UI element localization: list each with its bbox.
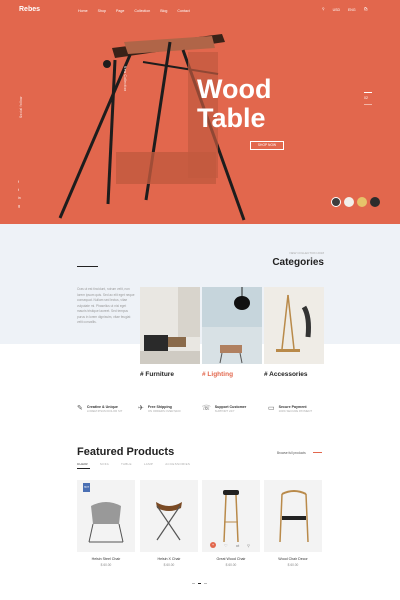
brush-icon: ✎ <box>77 405 83 412</box>
compare-icon[interactable]: ⇄ <box>236 543 239 548</box>
feature-subtitle: SUPPORT 24/7 <box>214 409 235 413</box>
product-price: $ 60.00 <box>163 563 175 567</box>
category-image-lighting[interactable] <box>202 287 262 364</box>
tab-accessories[interactable]: ACCESSORIES <box>165 462 190 466</box>
color-swatch-yellow[interactable] <box>357 197 367 207</box>
color-swatch-light[interactable] <box>344 197 354 207</box>
feature-shipping: ✈ Free Shipping ON ORDERS OVER $100 <box>138 405 181 413</box>
feature-creative: ✎ Creative & Unique LOREM IPSUM DOLOR SIT <box>77 405 122 413</box>
slide-number: 02 <box>364 96 368 100</box>
product-image <box>156 502 182 541</box>
slide-indicator <box>364 104 372 105</box>
hero-section: Rebes Home Shop Page Collection Blog Con… <box>0 0 400 224</box>
feature-support: ☏ Support Customer SUPPORT 24/7 <box>202 405 246 413</box>
category-image-accessories[interactable] <box>264 287 324 364</box>
category-image-furniture[interactable] <box>140 287 200 364</box>
category-label-accessories[interactable]: # Accessories <box>264 371 308 378</box>
product-image <box>223 490 239 543</box>
product-card[interactable] <box>264 480 322 552</box>
hero-title-line2: Table <box>197 103 266 133</box>
product-tabs: CHAIR SOFA TABLE LAMP ACCESSORIES <box>77 462 202 466</box>
tab-sofa[interactable]: SOFA <box>100 462 109 466</box>
product-name[interactable]: Helsin Steel Chair <box>77 557 135 561</box>
product-price: $ 60.00 <box>100 563 112 567</box>
carousel-dot[interactable] <box>204 583 207 584</box>
categories-subtitle: NEW COLLECTION 2018 <box>289 251 324 255</box>
quickview-icon[interactable]: ⚲ <box>247 543 250 548</box>
product-card[interactable]: HOT <box>77 480 135 552</box>
divider <box>77 266 98 267</box>
category-label-furniture[interactable]: # Furniture <box>140 371 174 378</box>
product-card[interactable]: + ♡ ⇄ ⚲ <box>202 480 260 552</box>
cart-icon[interactable]: + <box>210 542 216 548</box>
carousel-dot[interactable] <box>198 583 201 584</box>
hero-title-line1: Wood <box>197 74 272 104</box>
hero-vertical-label: New Collection <box>123 66 127 92</box>
feature-payment: ▭ Secure Payment 100% SECURE PAYMENT <box>268 405 312 413</box>
tab-lamp[interactable]: LAMP <box>144 462 153 466</box>
feature-subtitle: LOREM IPSUM DOLOR SIT <box>86 409 123 413</box>
hot-badge: HOT <box>83 483 90 492</box>
support-icon: ☏ <box>202 405 211 412</box>
plane-icon: ✈ <box>138 405 144 412</box>
tab-chair[interactable]: CHAIR <box>77 462 88 466</box>
product-price: $ 60.00 <box>225 563 237 567</box>
product-card[interactable] <box>140 480 198 552</box>
slide-indicator <box>364 92 372 93</box>
tab-table[interactable]: TABLE <box>121 462 132 466</box>
product-name[interactable]: Helsin X Chair <box>140 557 198 561</box>
carousel-dots <box>192 583 207 584</box>
featured-products-title: Featured Products <box>77 446 175 458</box>
browse-products-link[interactable]: Browse full products <box>277 451 306 455</box>
feature-subtitle: 100% SECURE PAYMENT <box>278 409 313 413</box>
shop-now-button[interactable]: SHOP NOW <box>250 141 284 150</box>
product-name[interactable]: Great Wood Chair <box>202 557 260 561</box>
carousel-dot[interactable] <box>192 583 195 584</box>
card-icon: ▭ <box>268 405 275 412</box>
product-name[interactable]: Wood Chair Decor <box>264 557 322 561</box>
product-price: $ 60.00 <box>287 563 299 567</box>
hero-title: Wood Table <box>197 75 297 133</box>
browse-underline <box>313 452 322 453</box>
wishlist-icon[interactable]: ♡ <box>224 543 228 548</box>
feature-subtitle: ON ORDERS OVER $100 <box>147 409 181 413</box>
category-label-lighting[interactable]: # Lighting <box>202 371 233 378</box>
categories-text: Cras ut est tincidunt, rutrum velit, non… <box>77 287 135 324</box>
product-image <box>279 490 309 543</box>
categories-title: Categories <box>272 257 324 268</box>
categories-background <box>0 224 400 344</box>
color-swatch-dark[interactable] <box>331 197 341 207</box>
color-swatch-black[interactable] <box>370 197 380 207</box>
active-tab-underline <box>77 468 90 469</box>
